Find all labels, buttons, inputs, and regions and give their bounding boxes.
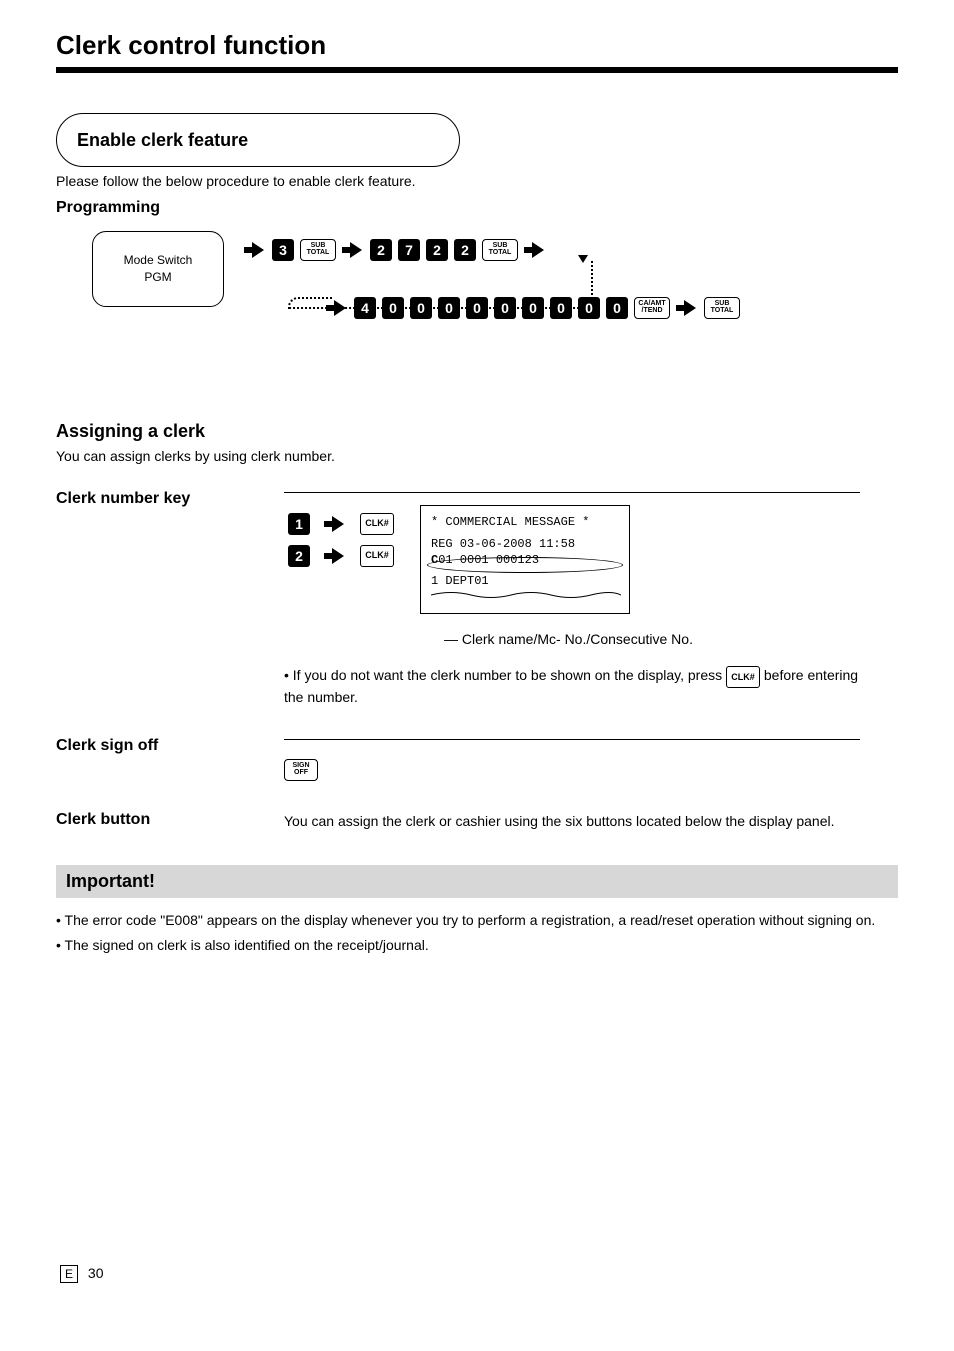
assign-block: 1 CLK# 2 CLK# * COMMERCIAL MESSAGE * REG… (288, 505, 860, 614)
numkey-0: 0 (494, 297, 516, 319)
intro-paragraph: Please follow the below procedure to ena… (56, 173, 898, 189)
arrow-icon (244, 242, 266, 258)
numkey-7: 7 (398, 239, 420, 261)
numkey-4: 4 (354, 297, 376, 319)
pgmblock-line2: PGM (144, 269, 171, 286)
numkey-0: 0 (606, 297, 628, 319)
important-line-2: • The signed on clerk is also identified… (56, 935, 898, 955)
clerk-button-body: You can assign the clerk or cashier usin… (284, 811, 860, 831)
numkey-2: 2 (288, 545, 310, 567)
numkey-0: 0 (438, 297, 460, 319)
mode-switch-block: Mode Switch PGM (92, 231, 224, 307)
sign-off-key: SIGNOFF (284, 759, 318, 781)
subtotal-key: SUBTOTAL (704, 297, 740, 319)
bubble-enable-clerk: Enable clerk feature (56, 113, 460, 167)
pgmblock-line1: Mode Switch (124, 252, 193, 269)
sequence-row-1: 3 SUBTOTAL 2 7 2 2 SUBTOTAL (244, 239, 546, 261)
receipt-line-2: REG 03-06-2008 11:58 (431, 536, 619, 552)
section-rule (56, 67, 898, 73)
receipt-line-1: * COMMERCIAL MESSAGE * (431, 514, 619, 530)
numkey-3: 3 (272, 239, 294, 261)
numkey-0: 0 (522, 297, 544, 319)
subtotal-key: SUBTOTAL (300, 239, 336, 261)
numkey-2: 2 (370, 239, 392, 261)
numkey-0: 0 (550, 297, 572, 319)
receipt-line-4: 1 DEPT01 (431, 573, 619, 589)
ca-amt-tend-key: CA/AMT/TEND (634, 297, 670, 319)
clerk-button-heading: Clerk button (56, 811, 284, 831)
arrow-icon (326, 300, 348, 316)
sequence-row-2: 4 0 0 0 0 0 0 0 0 0 CA/AMT/TEND SUBTOTAL (326, 297, 740, 319)
numkey-2: 2 (426, 239, 448, 261)
clk-key: CLK# (726, 666, 760, 688)
subtotal-key: SUBTOTAL (482, 239, 518, 261)
arrow-icon (342, 242, 364, 258)
assigning-clerk-text: You can assign clerks by using clerk num… (56, 448, 898, 464)
numkey-0: 0 (382, 297, 404, 319)
divider (284, 492, 860, 493)
page-number: E 30 (60, 1265, 103, 1281)
important-bar: Important! (56, 865, 898, 898)
assign-row-1: 1 CLK# (288, 513, 394, 535)
arrow-icon (324, 516, 346, 532)
arrow-icon (324, 548, 346, 564)
clerk-note: — Clerk name/Mc- No./Consecutive No. (444, 630, 860, 650)
numkey-2: 2 (454, 239, 476, 261)
divider (284, 739, 860, 740)
clerk-number-key-heading: Clerk number key (56, 490, 284, 707)
section-title: Clerk control function (56, 30, 898, 61)
programming-heading: Programming (56, 199, 898, 217)
assign-row-2: 2 CLK# (288, 545, 394, 567)
page-label-box: E (60, 1265, 78, 1283)
arrow-icon (524, 242, 546, 258)
sample-receipt: * COMMERCIAL MESSAGE * REG 03-06-2008 11… (420, 505, 630, 614)
assigning-clerk-heading: Assigning a clerk (56, 421, 898, 442)
no-display-note: • If you do not want the clerk number to… (284, 666, 860, 708)
clk-key: CLK# (360, 513, 394, 535)
important-line-1: • The error code "E008" appears on the d… (56, 910, 898, 930)
receipt-torn-edge-icon (431, 590, 621, 600)
receipt-highlight-oval (427, 557, 623, 573)
bubble-title-text: Enable clerk feature (77, 130, 248, 151)
numkey-0: 0 (578, 297, 600, 319)
page-number-value: 30 (88, 1265, 104, 1281)
clk-key: CLK# (360, 545, 394, 567)
numkey-0: 0 (466, 297, 488, 319)
numkey-0: 0 (410, 297, 432, 319)
arrow-icon (676, 300, 698, 316)
programming-sequence: Mode Switch PGM 3 SUBTOTAL 2 7 2 2 SUBTO… (56, 231, 898, 381)
clerk-signoff-heading: Clerk sign off (56, 737, 284, 781)
numkey-1: 1 (288, 513, 310, 535)
dotted-arrowhead-icon (578, 255, 588, 263)
